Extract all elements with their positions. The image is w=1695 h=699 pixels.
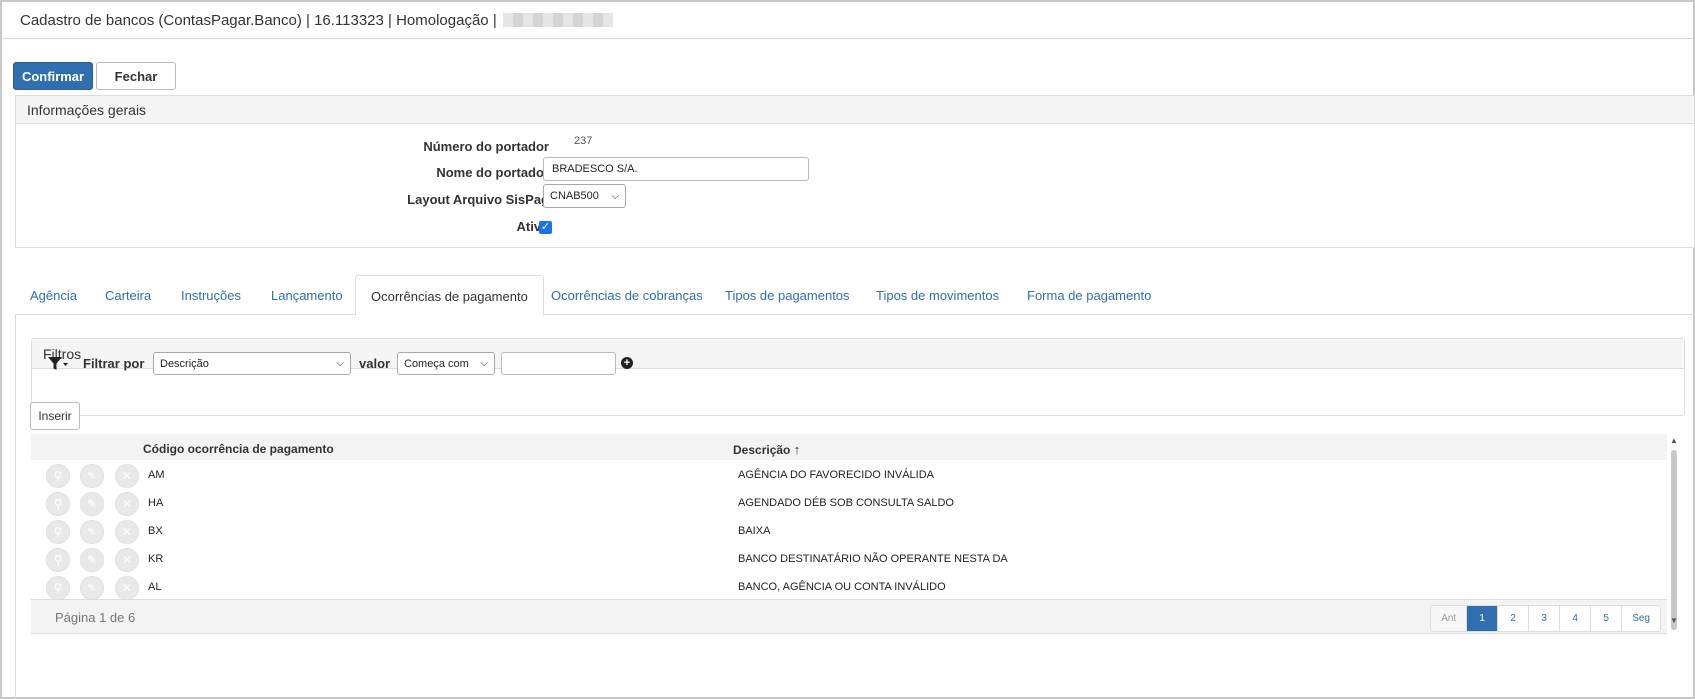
general-info-panel: Informações gerais [15, 95, 1695, 248]
view-icon[interactable]: ⚲ [46, 576, 70, 600]
filter-by-label: Filtrar por [83, 356, 145, 371]
filter-field-value: Descrição [160, 357, 209, 370]
row-code: AM [148, 469, 165, 481]
column-header-code[interactable]: Código ocorrência de pagamento [143, 442, 334, 456]
number-label: Número do portador [423, 139, 549, 154]
pagination: Ant 1 2 3 4 5 Seg [1430, 605, 1661, 632]
table-row[interactable]: ⚲ ✎ ✕ AL BANCO, AGÊNCIA OU CONTA INVÁLID… [31, 572, 1667, 602]
add-filter-icon[interactable]: + [621, 357, 633, 369]
filter-panel: Filtros [31, 338, 1685, 416]
redacted-text [502, 13, 613, 27]
chevron-down-icon: ⌵ [480, 358, 488, 369]
tab-carteira[interactable]: Carteira [90, 275, 166, 315]
scroll-up-icon[interactable]: ▲ [1669, 436, 1679, 445]
row-description: BANCO, AGÊNCIA OU CONTA INVÁLIDO [738, 581, 946, 593]
layout-select[interactable]: CNAB500 ⌵ [543, 184, 626, 208]
check-icon: ✓ [540, 221, 551, 233]
edit-icon[interactable]: ✎ [80, 520, 104, 544]
column-header-description-label: Descrição [733, 443, 791, 457]
table-row[interactable]: ⚲ ✎ ✕ AM AGÊNCIA DO FAVORECIDO INVÁLIDA [31, 460, 1667, 490]
active-checkbox[interactable]: ✓ [539, 221, 552, 234]
delete-icon[interactable]: ✕ [115, 548, 139, 572]
number-value: 237 [574, 135, 593, 147]
tab-tipos-movimentos[interactable]: Tipos de movimentos [861, 275, 1014, 315]
edit-icon[interactable]: ✎ [80, 464, 104, 488]
view-icon[interactable]: ⚲ [46, 492, 70, 516]
table-row[interactable]: ⚲ ✎ ✕ KR BANCO DESTINATÁRIO NÃO OPERANTE… [31, 544, 1667, 574]
row-code: HA [148, 497, 164, 509]
tab-ocorrencias-cobrancas[interactable]: Ocorrências de cobranças [536, 275, 718, 315]
general-info-heading: Informações gerais [16, 96, 1694, 124]
page-button-3[interactable]: 3 [1528, 606, 1559, 631]
tab-ocorrencias-pagamento[interactable]: Ocorrências de pagamento [355, 275, 544, 316]
table-row[interactable]: ⚲ ✎ ✕ BX BAIXA [31, 516, 1667, 546]
view-icon[interactable]: ⚲ [46, 520, 70, 544]
sort-asc-icon: ↑ [793, 442, 801, 457]
tab-tipos-pagamentos[interactable]: Tipos de pagamentos [710, 275, 865, 315]
tab-lancamento[interactable]: Lançamento [256, 275, 358, 315]
filter-icon[interactable] [47, 356, 69, 372]
pager-bar: Página 1 de 6 Ant 1 2 3 4 5 Seg [31, 599, 1667, 634]
view-icon[interactable]: ⚲ [46, 464, 70, 488]
tab-bar: Agência Carteira Instruções Lançamento O… [15, 275, 1695, 316]
filter-operator-select[interactable]: Começa com ⌵ [397, 352, 495, 375]
name-label: Nome do portador [436, 165, 549, 180]
tab-forma-pagamento[interactable]: Forma de pagamento [1012, 275, 1166, 315]
layout-label: Layout Arquivo SisPag [407, 192, 549, 207]
chevron-down-icon: ⌵ [611, 190, 619, 202]
row-code: BX [148, 525, 163, 537]
table-row[interactable]: ⚲ ✎ ✕ HA AGENDADO DÉB SOB CONSULTA SALDO [31, 488, 1667, 518]
window-title-bar: Cadastro de bancos (ContasPagar.Banco) |… [2, 2, 1693, 39]
tab-agencia[interactable]: Agência [15, 275, 92, 315]
app-window: Cadastro de bancos (ContasPagar.Banco) |… [0, 0, 1695, 699]
row-description: AGÊNCIA DO FAVORECIDO INVÁLIDA [738, 469, 935, 481]
tab-instrucoes[interactable]: Instruções [166, 275, 256, 315]
next-page-button[interactable]: Seg [1621, 606, 1660, 631]
value-label: valor [359, 356, 391, 371]
delete-icon[interactable]: ✕ [115, 492, 139, 516]
prev-page-button[interactable]: Ant [1431, 606, 1467, 631]
page-button-2[interactable]: 2 [1497, 606, 1528, 631]
column-header-description[interactable]: Descrição ↑ [733, 442, 800, 457]
edit-icon[interactable]: ✎ [80, 548, 104, 572]
row-description: AGENDADO DÉB SOB CONSULTA SALDO [738, 497, 954, 509]
view-icon[interactable]: ⚲ [46, 548, 70, 572]
grid-scrollbar[interactable]: ▲ ▼ [1669, 436, 1679, 644]
page-info: Página 1 de 6 [55, 610, 136, 625]
page-button-5[interactable]: 5 [1590, 606, 1621, 631]
filter-value-input[interactable] [501, 352, 616, 375]
scroll-thumb[interactable] [1671, 450, 1677, 630]
page-button-4[interactable]: 4 [1559, 606, 1590, 631]
edit-icon[interactable]: ✎ [80, 576, 104, 600]
window-title: Cadastro de bancos (ContasPagar.Banco) |… [20, 11, 497, 29]
edit-icon[interactable]: ✎ [80, 492, 104, 516]
confirm-button[interactable]: Confirmar [13, 62, 93, 90]
scroll-down-icon[interactable]: ▼ [1669, 616, 1679, 625]
delete-icon[interactable]: ✕ [115, 576, 139, 600]
name-input[interactable]: BRADESCO S/A. [543, 157, 809, 181]
delete-icon[interactable]: ✕ [115, 464, 139, 488]
chevron-down-icon: ⌵ [336, 358, 344, 369]
page-button-1[interactable]: 1 [1466, 606, 1498, 631]
filter-operator-value: Começa com [404, 357, 469, 370]
row-code: AL [148, 581, 162, 593]
row-description: BAIXA [738, 525, 771, 537]
insert-button[interactable]: Inserir [30, 402, 80, 430]
close-button[interactable]: Fechar [96, 62, 176, 90]
name-input-value: BRADESCO S/A. [552, 163, 638, 175]
row-description: BANCO DESTINATÁRIO NÃO OPERANTE NESTA DA [738, 553, 1008, 565]
row-code: KR [148, 553, 164, 565]
filter-field-select[interactable]: Descrição ⌵ [153, 352, 351, 375]
delete-icon[interactable]: ✕ [115, 520, 139, 544]
layout-select-value: CNAB500 [550, 190, 599, 202]
